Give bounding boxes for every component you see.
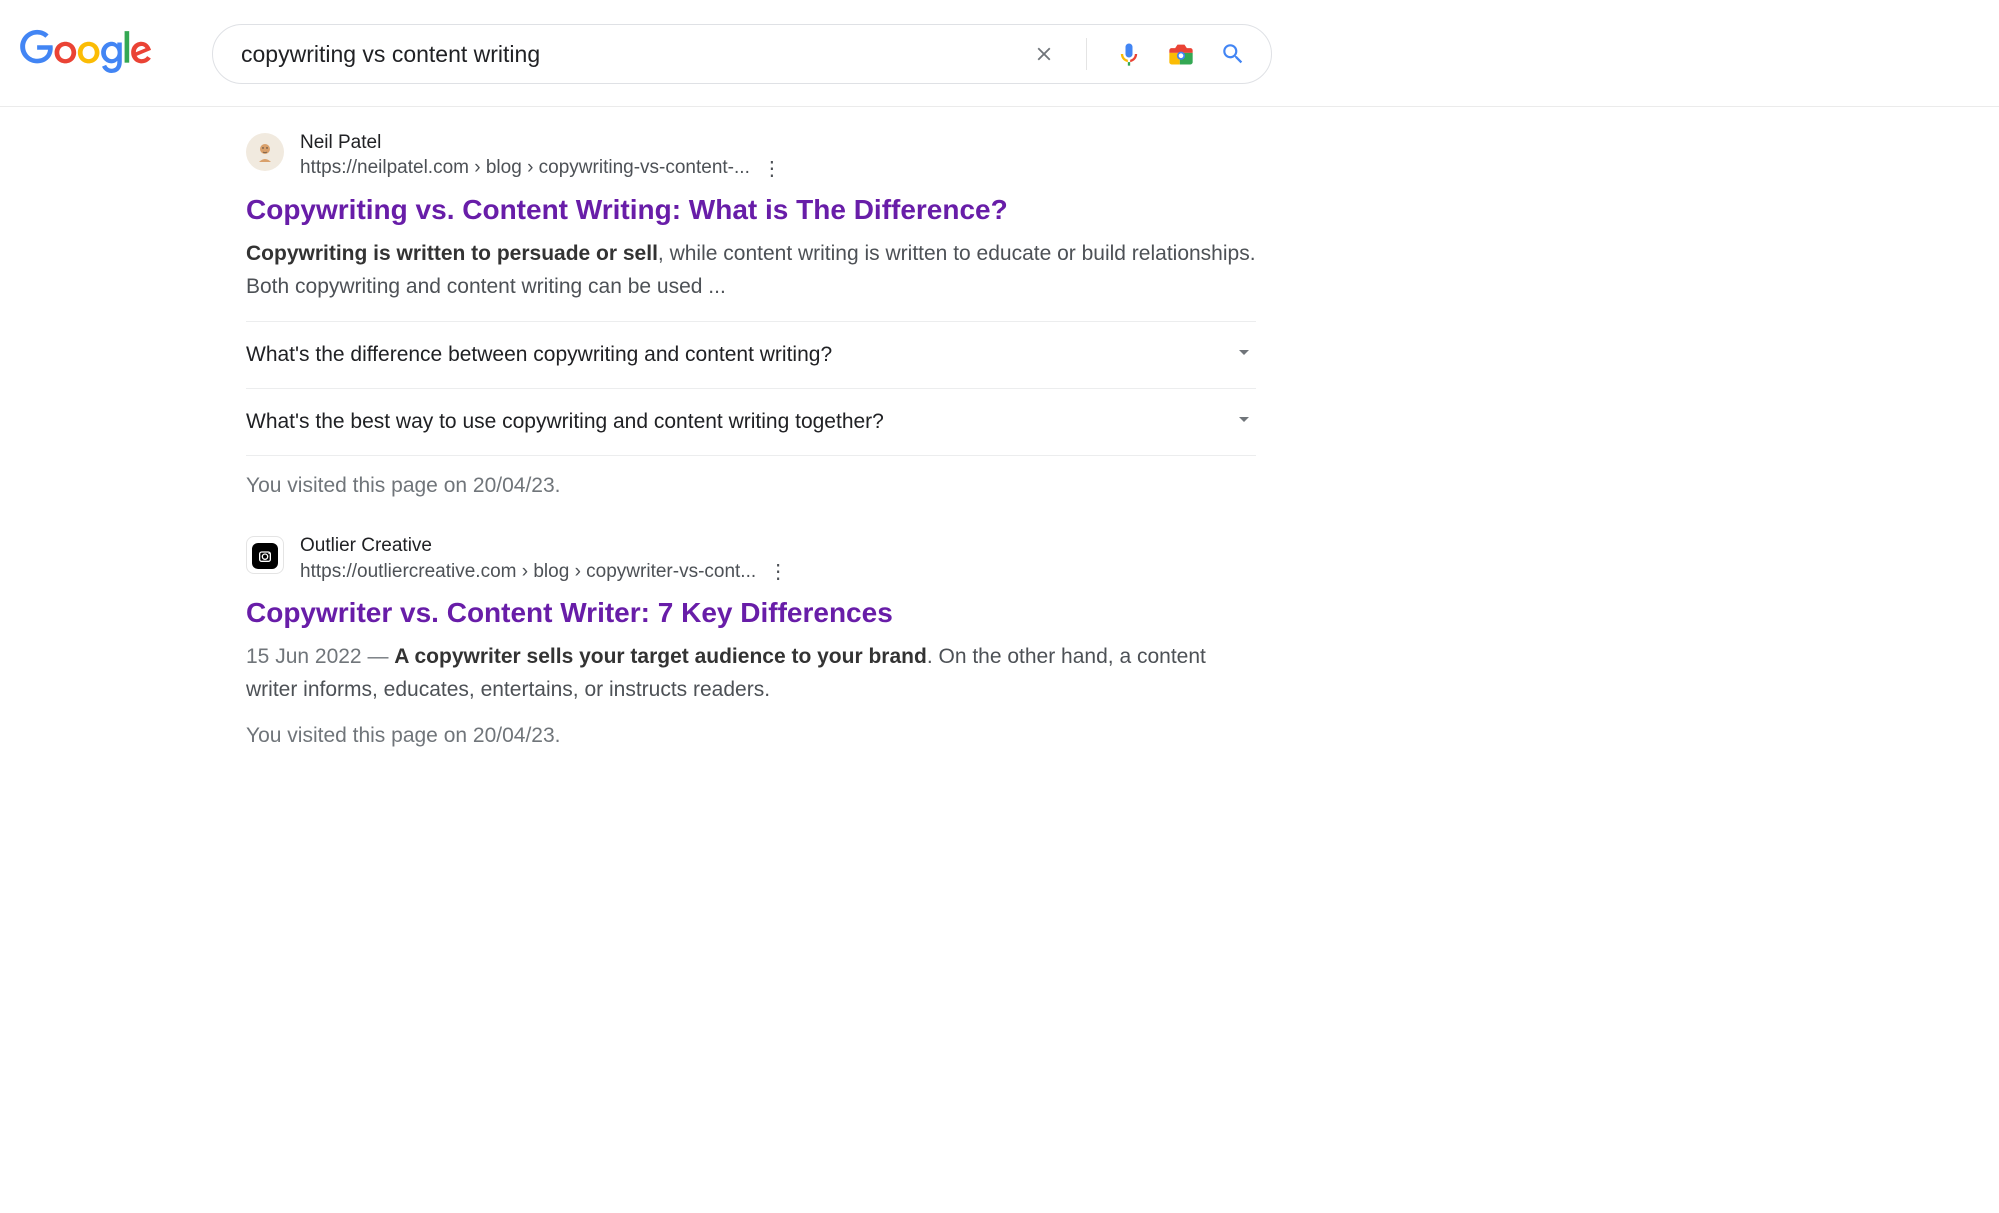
result-snippet: Copywriting is written to persuade or se… [246,238,1256,303]
snippet-bold: A copywriter sells your target audience … [394,645,927,668]
more-options-icon[interactable]: ⋮ [756,559,788,585]
search-bar[interactable] [212,24,1272,84]
google-logo[interactable] [20,28,152,81]
snippet-bold: Copywriting is written to persuade or se… [246,242,658,265]
accordion-question: What's the difference between copywritin… [246,343,832,367]
voice-search-icon[interactable] [1115,40,1143,68]
accordion-question: What's the best way to use copywriting a… [246,410,884,434]
chevron-down-icon [1232,407,1256,437]
snippet-date: 15 Jun 2022 [246,645,362,668]
search-actions [1030,38,1253,70]
visit-note: You visited this page on 20/04/23. [246,474,1256,498]
result-title-link[interactable]: Copywriting vs. Content Writing: What is… [246,192,1256,228]
accordion-item[interactable]: What's the best way to use copywriting a… [246,389,1256,456]
divider [1086,38,1087,70]
site-favicon [246,133,284,171]
accordion-item[interactable]: What's the difference between copywritin… [246,322,1256,389]
search-result: Outlier Creative https://outliercreative… [246,534,1256,748]
image-search-icon[interactable] [1167,40,1195,68]
search-icon[interactable] [1219,40,1247,68]
search-input[interactable] [231,41,1030,68]
breadcrumb: https://outliercreative.com › blog › cop… [300,560,756,585]
visit-note: You visited this page on 20/04/23. [246,724,1256,748]
site-name: Outlier Creative [300,534,1256,559]
accordion: What's the difference between copywritin… [246,321,1256,456]
result-title-link[interactable]: Copywriter vs. Content Writer: 7 Key Dif… [246,595,1256,631]
result-snippet: 15 Jun 2022 — A copywriter sells your ta… [246,641,1256,706]
clear-icon[interactable] [1030,40,1058,68]
header [0,0,1999,107]
site-name: Neil Patel [300,131,1256,156]
search-results: Neil Patel https://neilpatel.com › blog … [246,107,1256,748]
breadcrumb: https://neilpatel.com › blog › copywriti… [300,156,750,181]
chevron-down-icon [1232,340,1256,370]
search-result: Neil Patel https://neilpatel.com › blog … [246,131,1256,498]
site-favicon [246,536,284,574]
more-options-icon[interactable]: ⋮ [750,156,782,182]
